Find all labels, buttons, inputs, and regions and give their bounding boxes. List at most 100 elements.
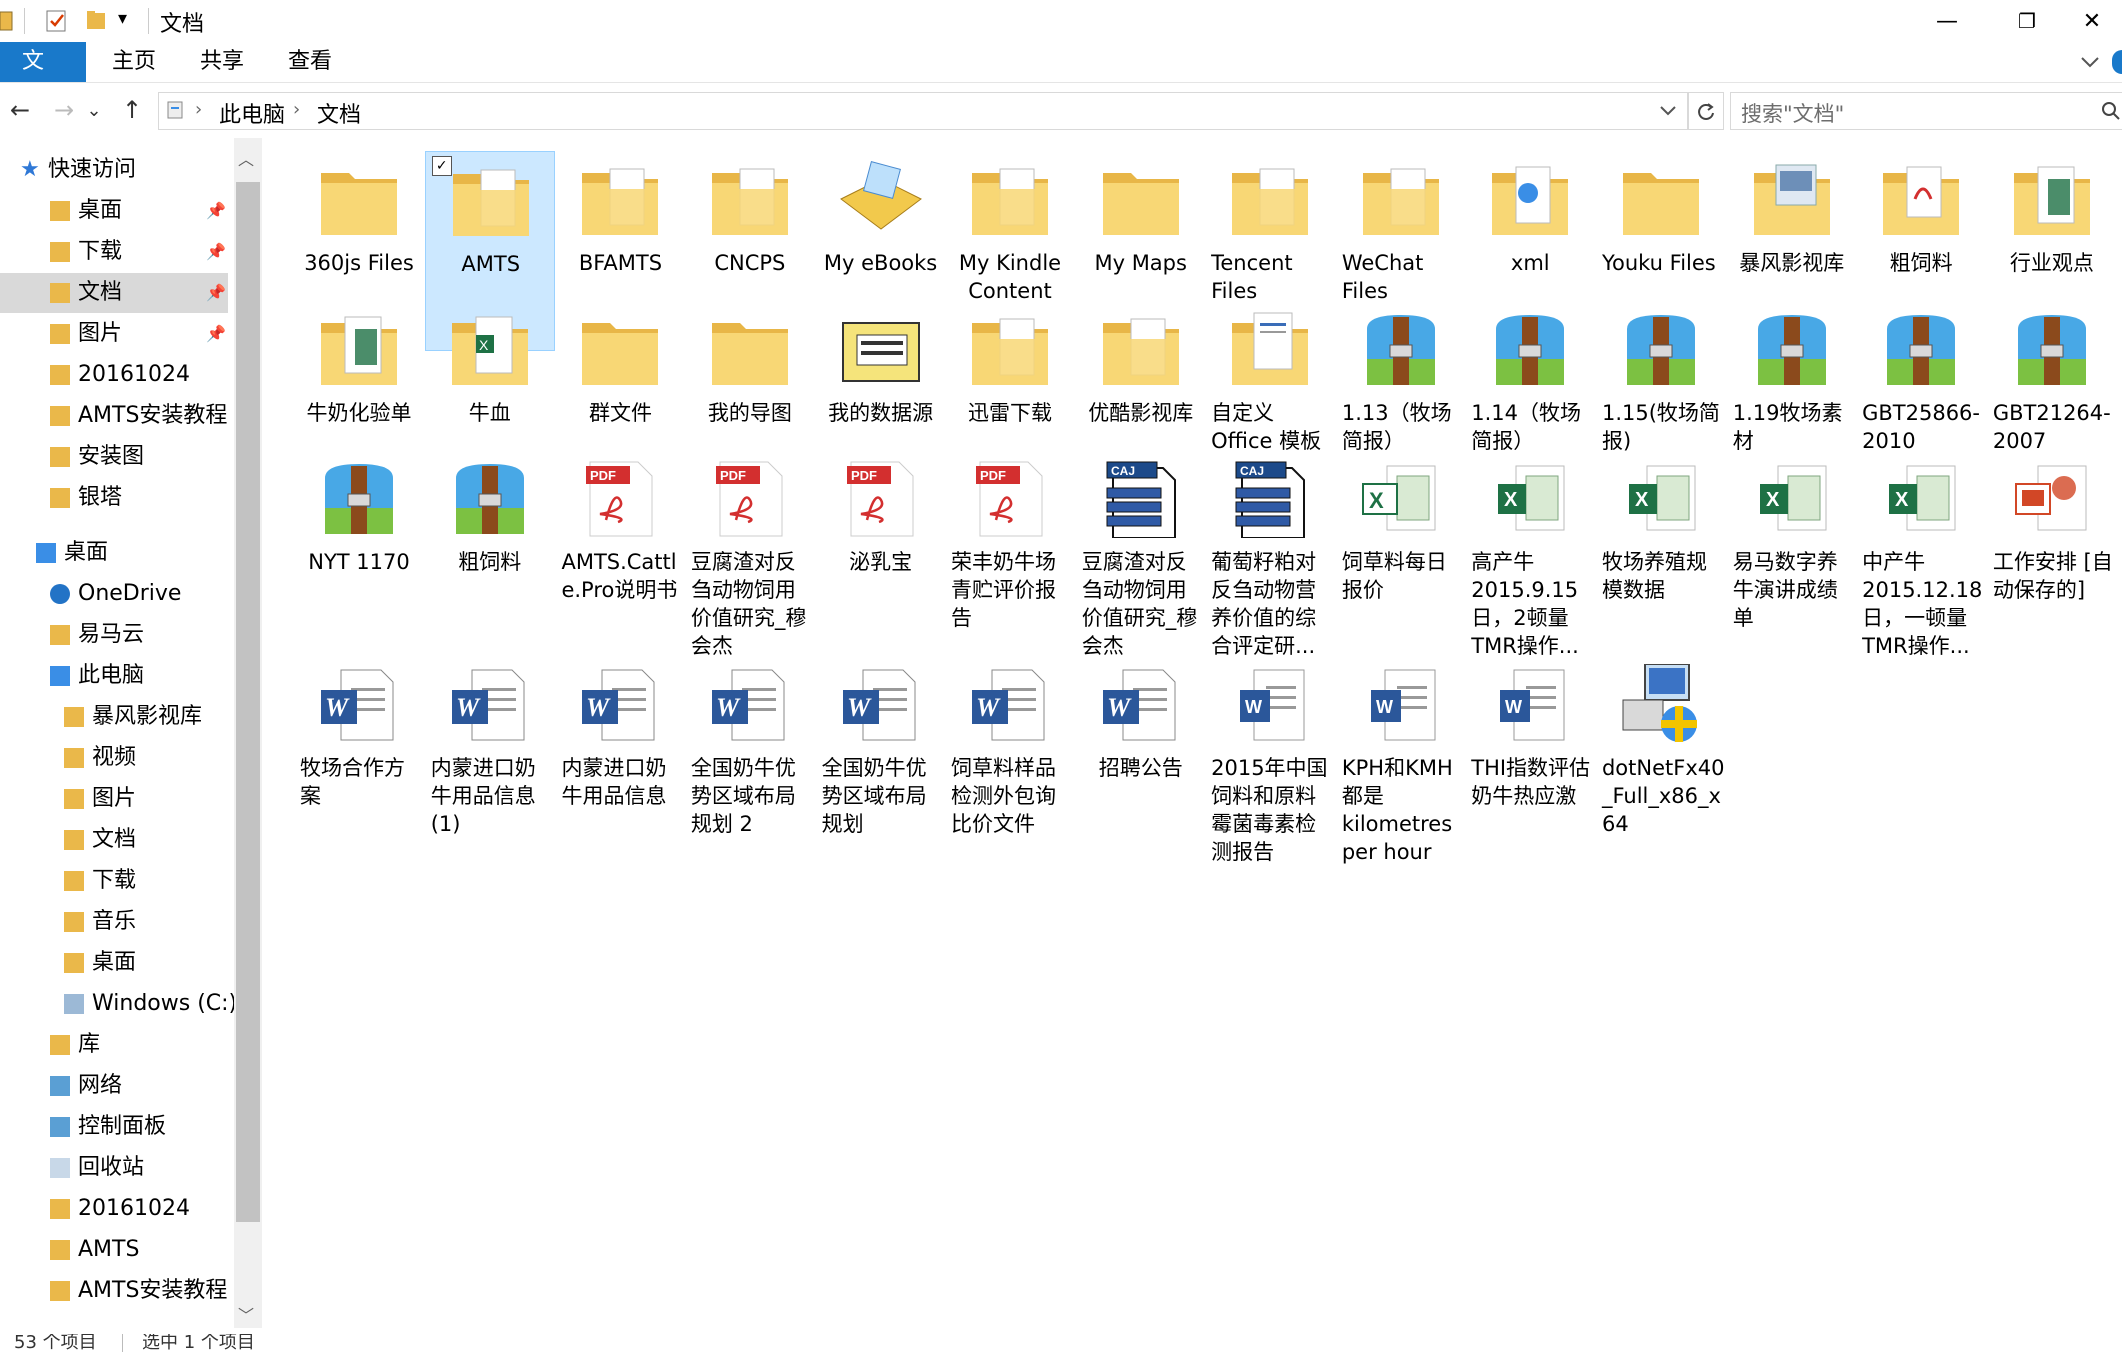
file-item[interactable]: W THI指数评估奶牛热应激 bbox=[1465, 656, 1595, 856]
file-item[interactable]: CAJ 豆腐渣对反刍动物饲用价值研究_穆会杰 bbox=[1076, 450, 1206, 658]
tab-file[interactable]: 文件 bbox=[0, 42, 86, 114]
file-item[interactable]: dotNetFx40_Full_x86_x64 bbox=[1596, 656, 1726, 856]
file-item[interactable]: CAJ 葡萄籽粕对反刍动物营养价值的综合评定研... bbox=[1205, 450, 1335, 658]
svg-text:X: X bbox=[479, 337, 489, 353]
nav-item[interactable]: 暴风影视库 bbox=[0, 697, 228, 737]
nav-item[interactable]: 20161024 bbox=[0, 1189, 228, 1229]
nav-item[interactable]: AMTS安装教程 bbox=[0, 396, 228, 436]
file-item[interactable]: 工作安排 [自动保存的] bbox=[1987, 450, 2117, 650]
scrollbar-thumb[interactable] bbox=[236, 182, 260, 1222]
nav-item[interactable]: 文档 bbox=[0, 820, 228, 860]
nav-item-label: 文档 bbox=[78, 280, 123, 305]
pin-icon[interactable]: 📌 bbox=[206, 232, 226, 272]
nav-item[interactable]: 网络 bbox=[0, 1066, 228, 1106]
svg-text:W: W bbox=[976, 693, 1001, 722]
nav-item[interactable]: 银塔 bbox=[0, 478, 228, 518]
title-bar: ▾ 文档 — ❐ ✕ bbox=[0, 0, 2122, 42]
nav-item[interactable]: OneDrive bbox=[0, 574, 228, 614]
excel-icon: X bbox=[1628, 465, 1696, 531]
nav-item[interactable]: 文档 📌 bbox=[0, 273, 228, 313]
file-item[interactable]: X 牧场养殖规模数据 bbox=[1596, 450, 1726, 650]
media-library-icon bbox=[64, 707, 84, 727]
file-item[interactable]: W 2015年中国饲料和原料霉菌毒素检测报告 bbox=[1205, 656, 1335, 864]
file-item[interactable]: W 内蒙进口奶牛用品信息(1) bbox=[425, 656, 555, 856]
refresh-button[interactable] bbox=[1688, 92, 1724, 130]
file-item[interactable]: PDF AMTS.Cattle.Pro说明书 bbox=[555, 450, 685, 650]
file-item[interactable]: PDF 豆腐渣对反刍动物饲用价值研究_穆会杰 bbox=[685, 450, 815, 658]
quick-access-dropdown-icon[interactable]: ▾ bbox=[118, 8, 127, 29]
nav-item[interactable]: ★ 快速访问 bbox=[0, 150, 228, 190]
file-item[interactable]: X 饲草料每日报价 bbox=[1336, 450, 1466, 650]
nav-item[interactable]: AMTS安装教程 bbox=[0, 1271, 228, 1311]
videos-folder-icon bbox=[64, 748, 84, 768]
nav-item[interactable]: Windows (C:) bbox=[0, 984, 234, 1024]
forward-button[interactable]: → bbox=[48, 94, 80, 126]
close-button[interactable]: ✕ bbox=[2062, 0, 2122, 42]
file-name: 泌乳宝 bbox=[849, 550, 913, 575]
file-item[interactable]: W 牧场合作方案 bbox=[294, 656, 424, 856]
properties-icon[interactable] bbox=[44, 6, 70, 36]
scroll-up-arrow-icon[interactable]: ︿ bbox=[238, 146, 254, 170]
file-item[interactable]: W KPH和KMH都是kilometres per hour bbox=[1336, 656, 1466, 864]
help-icon[interactable] bbox=[2112, 50, 2122, 74]
tab-view[interactable]: 查看 bbox=[266, 42, 354, 82]
nav-item[interactable]: 视频 bbox=[0, 738, 228, 778]
nav-item[interactable]: 控制面板 bbox=[0, 1107, 228, 1147]
file-item[interactable]: W 招聘公告 bbox=[1076, 656, 1206, 856]
pdf-icon: PDF bbox=[586, 461, 653, 537]
nav-item[interactable]: 桌面 bbox=[0, 533, 228, 573]
back-button[interactable]: ← bbox=[4, 94, 36, 126]
up-button[interactable]: ↑ bbox=[116, 94, 148, 126]
search-box[interactable]: 搜索"文档" bbox=[1730, 92, 2122, 130]
chevron-down-icon[interactable] bbox=[1659, 103, 1677, 119]
nav-item[interactable]: 回收站 bbox=[0, 1148, 228, 1188]
nav-item[interactable]: 桌面 📌 bbox=[0, 191, 228, 231]
address-bar[interactable]: › 此电脑 › 文档 bbox=[158, 92, 1688, 130]
file-item[interactable]: X 易马数字养牛演讲成绩单 bbox=[1727, 450, 1857, 650]
nav-item[interactable]: 图片 bbox=[0, 779, 228, 819]
file-item[interactable]: X 高产牛2015.9.15日，2顿量TMR操作... bbox=[1465, 450, 1595, 658]
file-name: 全国奶牛优势区域布局规划 2 bbox=[690, 755, 796, 836]
nav-item[interactable]: 安装图 bbox=[0, 437, 228, 477]
nav-item[interactable]: 易马云 bbox=[0, 615, 228, 655]
tab-home[interactable]: 主页 bbox=[90, 42, 178, 82]
file-item[interactable]: 粗饲料 bbox=[425, 450, 555, 650]
nav-item[interactable]: 下载 bbox=[0, 861, 228, 901]
breadcrumb-documents[interactable]: 文档 bbox=[317, 97, 361, 129]
breadcrumb-this-pc[interactable]: 此电脑 bbox=[219, 97, 285, 129]
file-item[interactable]: W 饲草料样品检测外包询比价文件 bbox=[945, 656, 1075, 856]
file-name: BFAMTS bbox=[578, 251, 663, 276]
file-item[interactable]: PDF 泌乳宝 bbox=[816, 450, 946, 650]
restore-button[interactable]: ❐ bbox=[1982, 0, 2072, 42]
file-item[interactable]: X 中产牛2015.12.18日，一顿量TMR操作... bbox=[1856, 450, 1986, 658]
file-item[interactable]: W 内蒙进口奶牛用品信息 bbox=[555, 656, 685, 856]
nav-item[interactable]: 20161024 bbox=[0, 355, 228, 395]
folder-web-icon bbox=[1492, 166, 1569, 236]
chevron-down-icon[interactable] bbox=[2080, 54, 2100, 70]
pin-icon[interactable]: 📌 bbox=[206, 273, 226, 313]
file-item[interactable]: W 全国奶牛优势区域布局规划 bbox=[816, 656, 946, 856]
search-icon[interactable] bbox=[2101, 101, 2121, 121]
nav-item[interactable]: 库 bbox=[0, 1025, 228, 1065]
minimize-button[interactable]: — bbox=[1902, 0, 1992, 42]
nav-item[interactable]: 此电脑 bbox=[0, 656, 228, 696]
file-item[interactable]: NYT 1170 bbox=[294, 450, 424, 650]
pin-icon[interactable]: 📌 bbox=[206, 191, 226, 231]
folder-docs-icon bbox=[452, 169, 529, 237]
scroll-down-arrow-icon[interactable]: ﹀ bbox=[238, 1302, 254, 1326]
navpane-scrollbar[interactable]: ︿ ﹀ bbox=[234, 138, 262, 1328]
recent-locations-button[interactable]: ⌄ bbox=[84, 94, 104, 126]
file-item[interactable]: W 全国奶牛优势区域布局规划 2 bbox=[685, 656, 815, 856]
folder-icon bbox=[50, 406, 70, 426]
tab-share[interactable]: 共享 bbox=[178, 42, 266, 82]
nav-item[interactable]: 音乐 bbox=[0, 902, 228, 942]
search-input[interactable]: 搜索"文档" bbox=[1741, 98, 1844, 128]
pin-icon[interactable]: 📌 bbox=[206, 314, 226, 354]
new-folder-icon[interactable] bbox=[84, 6, 110, 36]
file-item[interactable]: PDF 荣丰奶牛场青贮评价报告 bbox=[945, 450, 1075, 650]
svg-text:W: W bbox=[1376, 697, 1393, 717]
nav-item[interactable]: 图片 📌 bbox=[0, 314, 228, 354]
nav-item[interactable]: 下载 📌 bbox=[0, 232, 228, 272]
nav-item[interactable]: 桌面 bbox=[0, 943, 228, 983]
nav-item[interactable]: AMTS bbox=[0, 1230, 228, 1270]
